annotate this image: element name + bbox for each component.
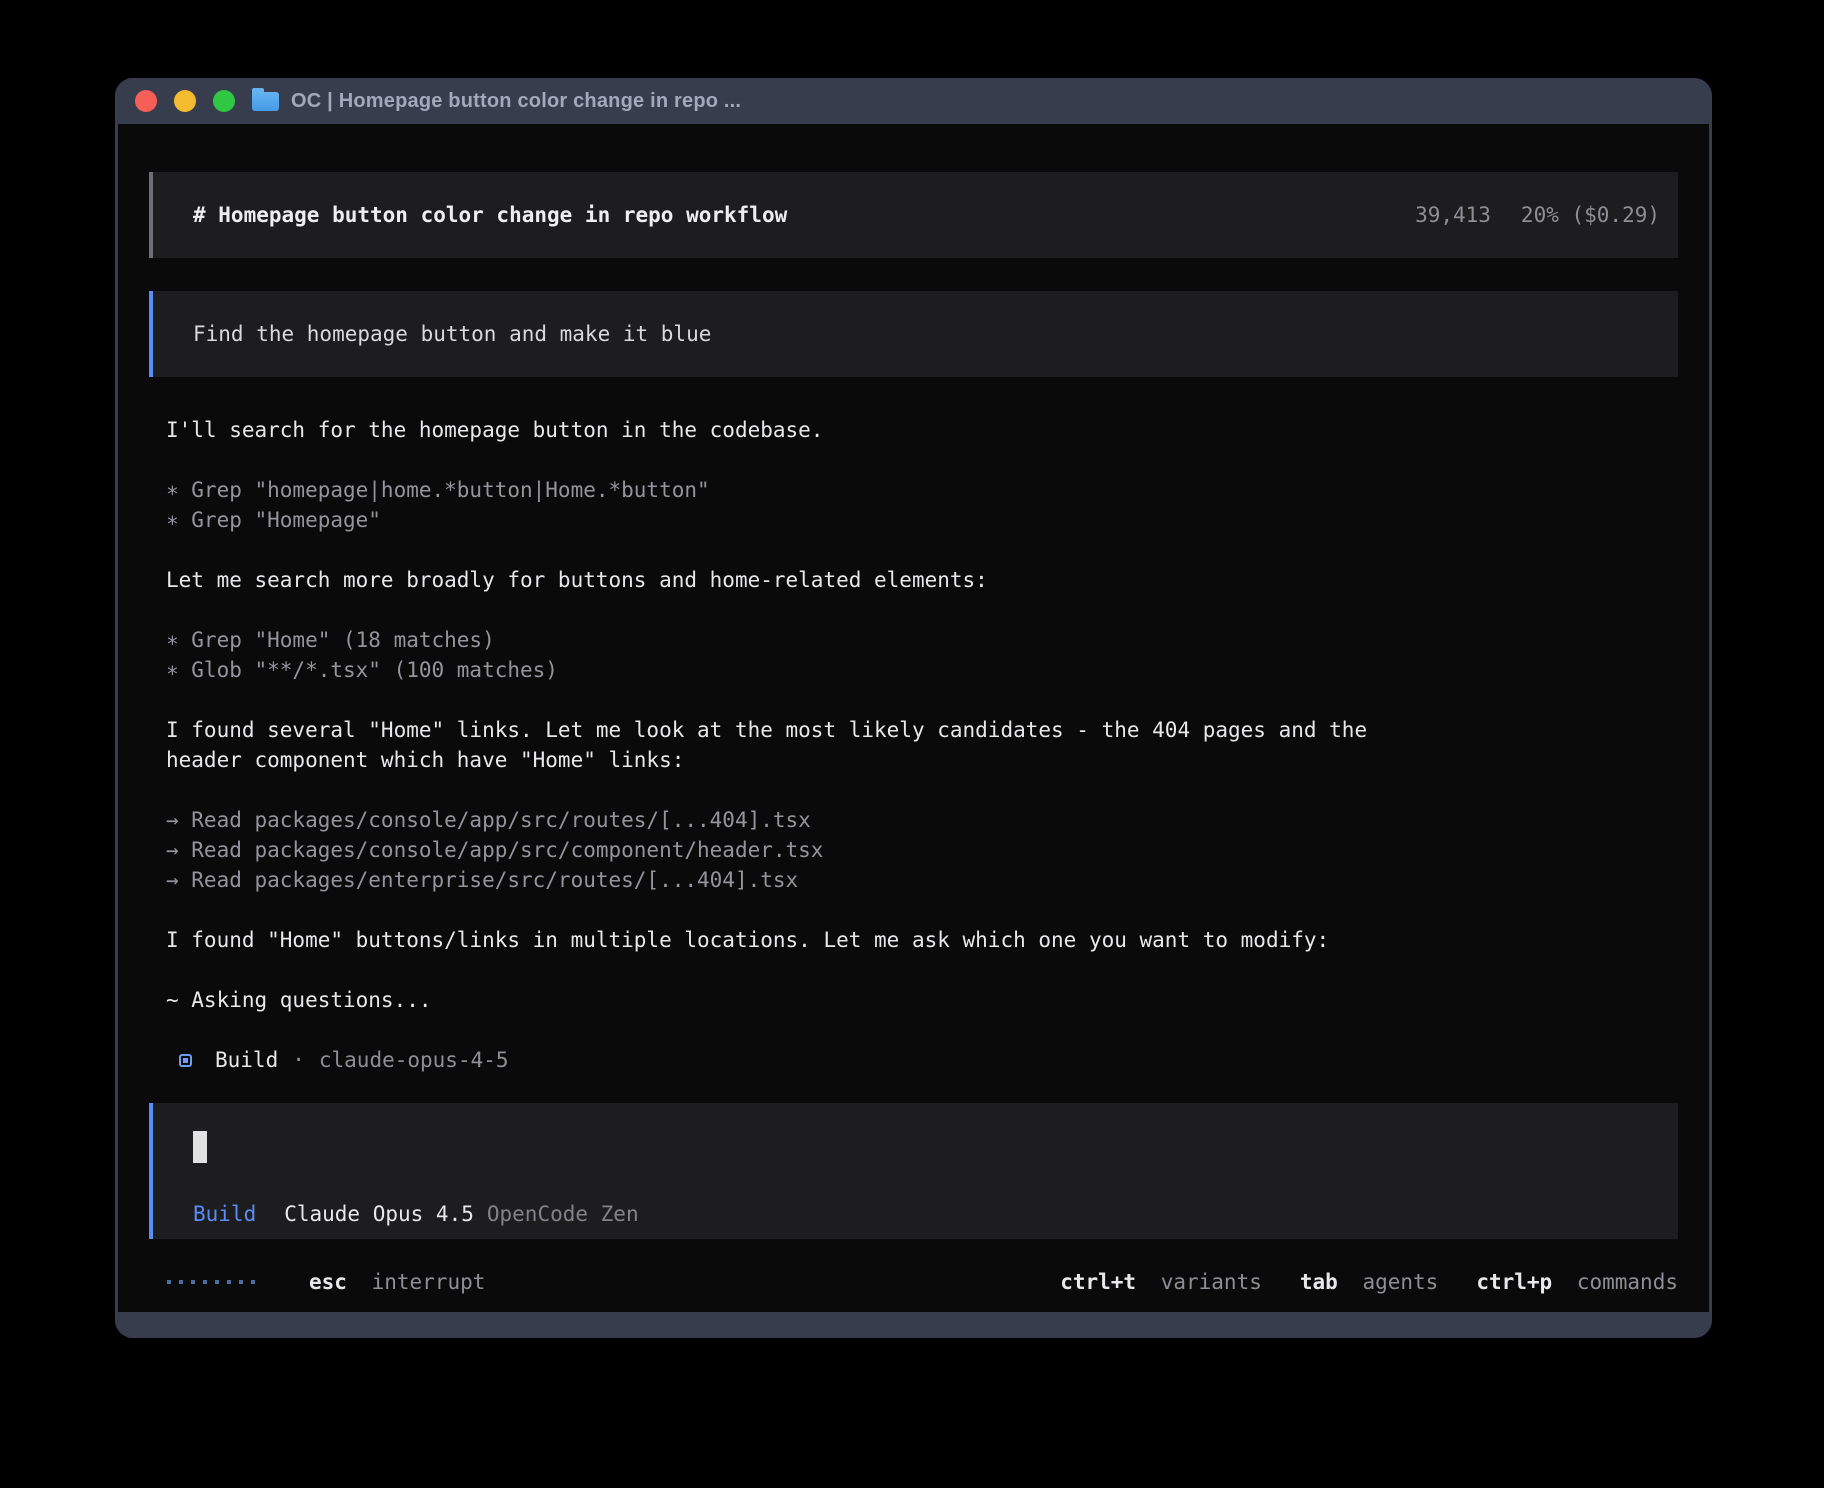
agent-model: claude-opus-4-5: [319, 1045, 509, 1075]
shortcut-interrupt: esc interrupt: [309, 1267, 485, 1297]
token-count: 39,413: [1415, 200, 1491, 230]
model-label[interactable]: Claude Opus 4.5: [284, 1199, 474, 1229]
spinner-dots: [167, 1280, 255, 1284]
status-right: ctrl+t variants tab agents ctrl+p comman…: [1060, 1267, 1678, 1297]
tool-call-group: ∗ Grep "homepage|home.*button|Home.*butt…: [166, 475, 1678, 535]
traffic-lights: [135, 90, 235, 112]
window-bottom-edge: [115, 1312, 1712, 1338]
zoom-button[interactable]: [213, 90, 235, 112]
minimize-button[interactable]: [174, 90, 196, 112]
key-esc: esc: [309, 1270, 347, 1294]
assistant-paragraph: I'll search for the homepage button in t…: [166, 415, 1678, 445]
key-tab: tab: [1300, 1270, 1338, 1294]
assistant-text-line: I found "Home" buttons/links in multiple…: [166, 925, 1678, 955]
key-ctrl-p-label: commands: [1577, 1270, 1678, 1294]
assistant-paragraph: I found several "Home" links. Let me loo…: [166, 715, 1678, 775]
mode-label[interactable]: Build: [193, 1199, 256, 1229]
key-ctrl-t: ctrl+t: [1060, 1270, 1136, 1294]
tool-call-line: → Read packages/console/app/src/routes/[…: [166, 805, 1678, 835]
close-button[interactable]: [135, 90, 157, 112]
shortcut-agents: tab agents: [1300, 1267, 1438, 1297]
transcript: I'll search for the homepage button in t…: [166, 415, 1678, 1015]
assistant-text-line: I'll search for the homepage button in t…: [166, 415, 1678, 445]
shortcut-commands: ctrl+p commands: [1476, 1267, 1678, 1297]
spinner-dot: [167, 1280, 171, 1284]
user-message-text: Find the homepage button and make it blu…: [193, 322, 711, 346]
spinner-dot: [179, 1280, 183, 1284]
folder-icon: [252, 92, 279, 111]
agent-name: Build: [215, 1045, 278, 1075]
spinner-dot: [215, 1280, 219, 1284]
spinner-dot: [203, 1280, 207, 1284]
tool-call-line: ∗ Grep "Homepage": [166, 505, 1678, 535]
assistant-text-line: header component which have "Home" links…: [166, 745, 1678, 775]
session-title: # Homepage button color change in repo w…: [193, 200, 787, 230]
assistant-text-line: ~ Asking questions...: [166, 985, 1678, 1015]
terminal-window: OC | Homepage button color change in rep…: [115, 78, 1712, 1338]
assistant-paragraph: ~ Asking questions...: [166, 985, 1678, 1015]
user-message: Find the homepage button and make it blu…: [149, 291, 1678, 377]
key-esc-label: interrupt: [372, 1270, 486, 1294]
agent-status-row: Build · claude-opus-4-5: [166, 1045, 1678, 1075]
session-metrics: 39,413 20% ($0.29): [1415, 200, 1660, 230]
agent-icon: [179, 1054, 192, 1067]
assistant-paragraph: I found "Home" buttons/links in multiple…: [166, 925, 1678, 955]
context-usage: 20% ($0.29): [1521, 200, 1660, 230]
tool-call-group: → Read packages/console/app/src/routes/[…: [166, 805, 1678, 895]
window-titlebar[interactable]: OC | Homepage button color change in rep…: [115, 78, 1712, 124]
session-header: # Homepage button color change in repo w…: [149, 172, 1678, 258]
assistant-text-line: I found several "Home" links. Let me loo…: [166, 715, 1678, 745]
window-title: OC | Homepage button color change in rep…: [291, 90, 741, 113]
shortcut-variants: ctrl+t variants: [1060, 1267, 1262, 1297]
input-meta: Build Claude Opus 4.5 OpenCode Zen: [193, 1199, 1660, 1229]
tool-call-line: ∗ Grep "Home" (18 matches): [166, 625, 1678, 655]
tool-call-line: → Read packages/console/app/src/componen…: [166, 835, 1678, 865]
spinner-dot: [239, 1280, 243, 1284]
assistant-paragraph: Let me search more broadly for buttons a…: [166, 565, 1678, 595]
status-bar: esc interrupt ctrl+t variants tab agents…: [149, 1267, 1678, 1297]
tool-call-line: → Read packages/enterprise/src/routes/[.…: [166, 865, 1678, 895]
status-left: esc interrupt: [149, 1267, 485, 1297]
text-cursor: [193, 1131, 207, 1163]
provider-label: OpenCode Zen: [487, 1199, 639, 1229]
spinner-dot: [251, 1280, 255, 1284]
prompt-input[interactable]: Build Claude Opus 4.5 OpenCode Zen: [149, 1103, 1678, 1239]
assistant-text-line: Let me search more broadly for buttons a…: [166, 565, 1678, 595]
spinner-dot: [227, 1280, 231, 1284]
key-tab-label: agents: [1362, 1270, 1438, 1294]
spinner-dot: [191, 1280, 195, 1284]
key-ctrl-t-label: variants: [1161, 1270, 1262, 1294]
key-ctrl-p: ctrl+p: [1476, 1270, 1552, 1294]
terminal-content: # Homepage button color change in repo w…: [118, 124, 1709, 1312]
agent-separator: ·: [292, 1045, 305, 1075]
tool-call-line: ∗ Grep "homepage|home.*button|Home.*butt…: [166, 475, 1678, 505]
tool-call-group: ∗ Grep "Home" (18 matches)∗ Glob "**/*.t…: [166, 625, 1678, 685]
tool-call-line: ∗ Glob "**/*.tsx" (100 matches): [166, 655, 1678, 685]
